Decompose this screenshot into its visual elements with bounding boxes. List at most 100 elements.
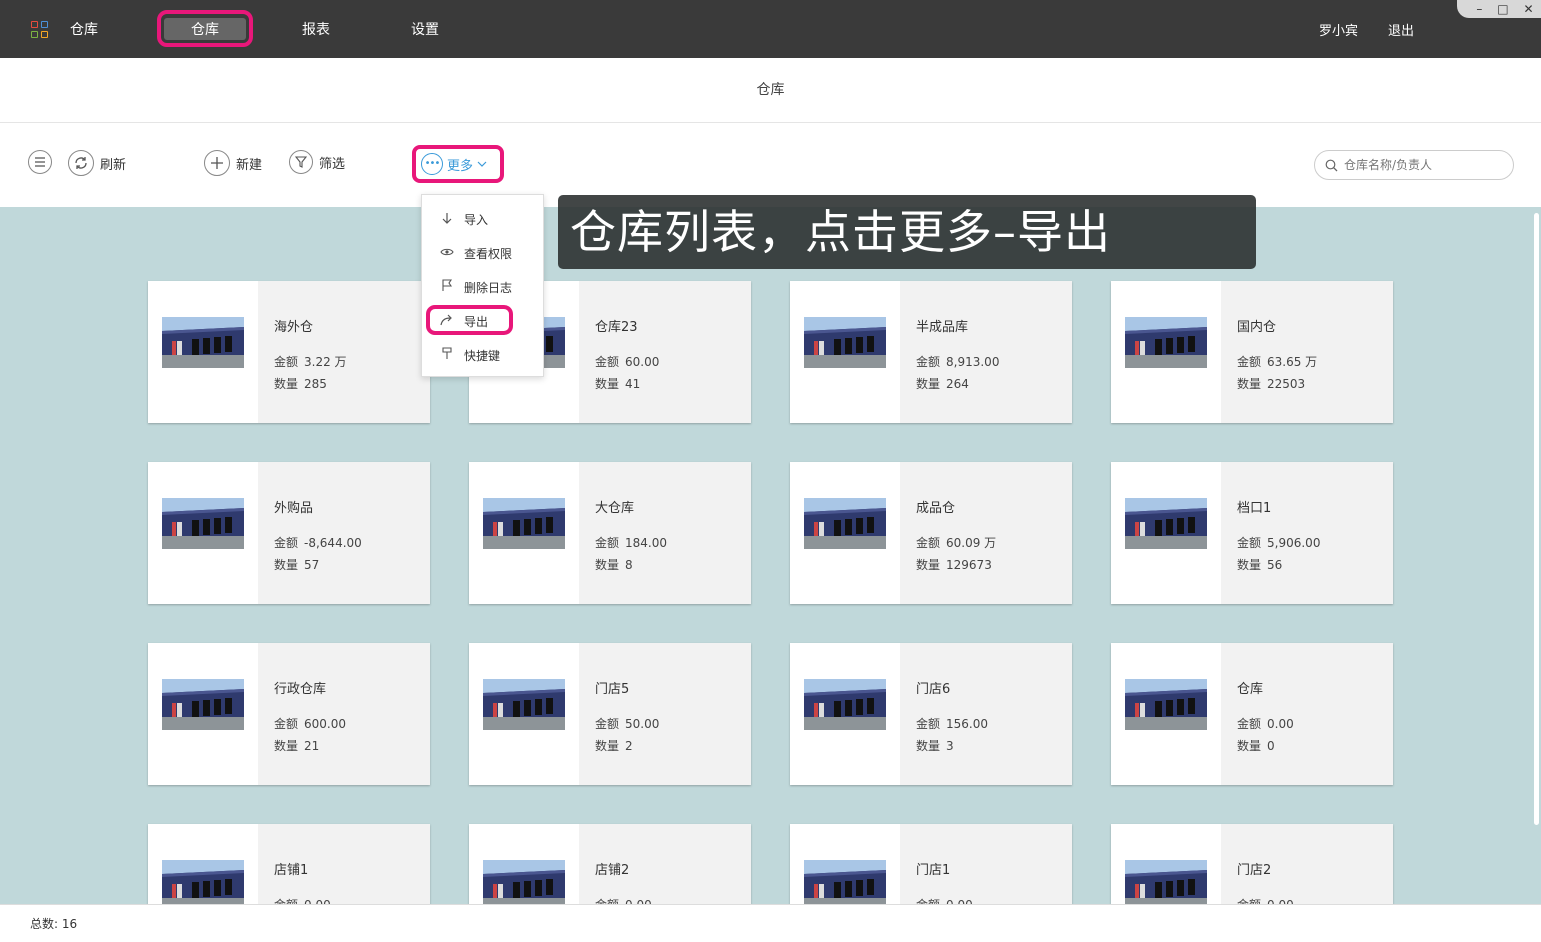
warehouse-card[interactable]: 国内仓 金额 63.65 万数量 22503 — [1111, 281, 1393, 423]
filter-button[interactable]: 筛选 — [289, 150, 345, 174]
warehouse-amount: 金额 50.00 — [595, 715, 659, 732]
warehouse-card[interactable]: 门店2 金额0.00 — [1111, 824, 1393, 904]
amount-value: 0.00 — [1267, 717, 1294, 731]
warehouse-quantity: 数量 21 — [274, 737, 319, 754]
minimize-icon[interactable]: – — [1476, 2, 1482, 16]
warehouse-name: 门店6 — [916, 682, 951, 697]
warehouse-name: 店铺2 — [595, 863, 630, 878]
amount-value: 600.00 — [304, 717, 347, 731]
logout-button[interactable]: 退出 — [1388, 20, 1414, 39]
amount-value: 60.00 — [625, 355, 660, 369]
warehouse-name: 仓库 — [1237, 682, 1264, 697]
warehouse-name: 门店5 — [595, 682, 630, 697]
warehouse-quantity: 数量 2 — [595, 737, 633, 754]
amount-value: 60.09 万 — [946, 536, 997, 550]
warehouse-image — [804, 679, 886, 730]
page-title: 仓库 — [0, 58, 1541, 123]
card-image-area — [469, 643, 579, 785]
quantity-value: 2 — [625, 739, 633, 753]
quantity-label: 数量 — [1237, 558, 1262, 572]
footer: 总数: 16 — [0, 904, 1541, 942]
warehouse-name: 门店2 — [1237, 863, 1272, 878]
amount-label: 金额 — [274, 536, 299, 550]
refresh-label: 刷新 — [100, 157, 127, 173]
warehouse-name: 外购品 — [274, 501, 314, 516]
warehouse-name: 国内仓 — [1237, 320, 1277, 335]
search-box[interactable] — [1314, 150, 1514, 180]
warehouse-card[interactable]: 半成品库 金额 8,913.00 数量 264 — [790, 281, 1072, 423]
tab-warehouse[interactable]: 仓库 — [157, 10, 253, 47]
card-image-area — [790, 824, 900, 904]
warehouse-card[interactable]: 行政仓库金额 600.00 数量 21 — [148, 643, 430, 785]
close-icon[interactable]: ✕ — [1523, 2, 1533, 16]
warehouse-amount: 金额0.00 — [1237, 896, 1294, 904]
more-menu: 导入 查看权限 删除日志 导出 快捷键 — [421, 194, 544, 377]
amount-label: 金额 — [1237, 536, 1262, 550]
more-button[interactable]: ••• 更多 — [412, 145, 504, 183]
window-controls: – □ ✕ — [1457, 0, 1541, 18]
amount-value: -8,644.00 — [304, 536, 362, 550]
amount-label: 金额 — [1237, 717, 1262, 731]
hamburger-icon — [28, 150, 52, 174]
warehouse-card[interactable]: 成品仓 金额 60.09 万数量 129673 — [790, 462, 1072, 604]
tab-warehouse-label: 仓库 — [164, 17, 246, 40]
search-input[interactable] — [1344, 158, 1504, 172]
chevron-down-icon — [477, 161, 487, 167]
quantity-label: 数量 — [595, 377, 620, 391]
warehouse-card[interactable]: 仓库 金额 0.00 数量 0 — [1111, 643, 1393, 785]
menu-item-delete-log[interactable]: 删除日志 — [440, 279, 512, 296]
menu-item-label: 删除日志 — [464, 281, 513, 295]
warehouse-card[interactable]: 门店6 金额 156.00 数量 3 — [790, 643, 1072, 785]
amount-value: 3.22 万 — [304, 355, 347, 369]
quantity-label: 数量 — [1237, 377, 1262, 391]
quantity-label: 数量 — [274, 558, 299, 572]
warehouse-image — [162, 860, 244, 904]
menu-item-label: 导入 — [464, 213, 489, 227]
quantity-label: 数量 — [595, 558, 620, 572]
maximize-icon[interactable]: □ — [1497, 2, 1508, 16]
warehouse-card[interactable]: 外购品 金额 -8,644.00 数量 57 — [148, 462, 430, 604]
quantity-label: 数量 — [274, 739, 299, 753]
warehouse-card[interactable]: 大仓库 金额 184.00 数量 8 — [469, 462, 751, 604]
warehouse-image — [1125, 498, 1207, 549]
pin-icon — [440, 347, 454, 364]
amount-label: 金额 — [916, 717, 941, 731]
new-button[interactable]: 新建 — [204, 150, 262, 176]
quantity-label: 数量 — [595, 739, 620, 753]
quantity-label: 数量 — [916, 377, 941, 391]
amount-label: 金额 — [595, 536, 620, 550]
warehouse-card[interactable]: 店铺2 金额0.00 — [469, 824, 751, 904]
menu-item-import[interactable]: 导入 — [440, 211, 488, 228]
amount-label: 金额 — [595, 355, 620, 369]
warehouse-card[interactable]: 海外仓 金额 3.22 万数量 285 — [148, 281, 430, 423]
quantity-label: 数量 — [916, 558, 941, 572]
warehouse-card[interactable]: 档口1 金额 5,906.00 数量 56 — [1111, 462, 1393, 604]
warehouse-quantity: 数量 129673 — [916, 556, 992, 573]
warehouse-amount: 金额0.00 — [274, 896, 331, 904]
warehouse-card[interactable]: 门店5 金额 50.00 数量 2 — [469, 643, 751, 785]
scrollbar[interactable] — [1534, 213, 1539, 825]
warehouse-card[interactable]: 店铺1 金额0.00 — [148, 824, 430, 904]
app-grid-icon[interactable] — [31, 21, 48, 38]
amount-value: 5,906.00 — [1267, 536, 1321, 550]
user-name[interactable]: 罗小宾 — [1319, 20, 1358, 39]
plus-icon — [204, 150, 230, 176]
amount-value: 50.00 — [625, 717, 660, 731]
menu-button[interactable] — [28, 150, 52, 174]
eye-icon — [440, 246, 454, 261]
amount-label: 金额 — [916, 355, 941, 369]
quantity-value: 264 — [946, 377, 969, 391]
filter-label: 筛选 — [319, 156, 346, 172]
menu-item-permissions[interactable]: 查看权限 — [440, 245, 512, 262]
refresh-button[interactable]: 刷新 — [68, 150, 126, 176]
tab-reports[interactable]: 报表 — [302, 19, 330, 39]
menu-item-shortcuts[interactable]: 快捷键 — [440, 347, 500, 364]
warehouse-name: 行政仓库 — [274, 682, 327, 697]
amount-label: 金额 — [1237, 355, 1262, 369]
tab-settings[interactable]: 设置 — [411, 19, 439, 39]
warehouse-card[interactable]: 门店1 金额0.00 — [790, 824, 1072, 904]
quantity-label: 数量 — [274, 377, 299, 391]
amount-label: 金额 — [274, 717, 299, 731]
quantity-value: 129673 — [946, 558, 992, 572]
card-image-area — [790, 281, 900, 423]
